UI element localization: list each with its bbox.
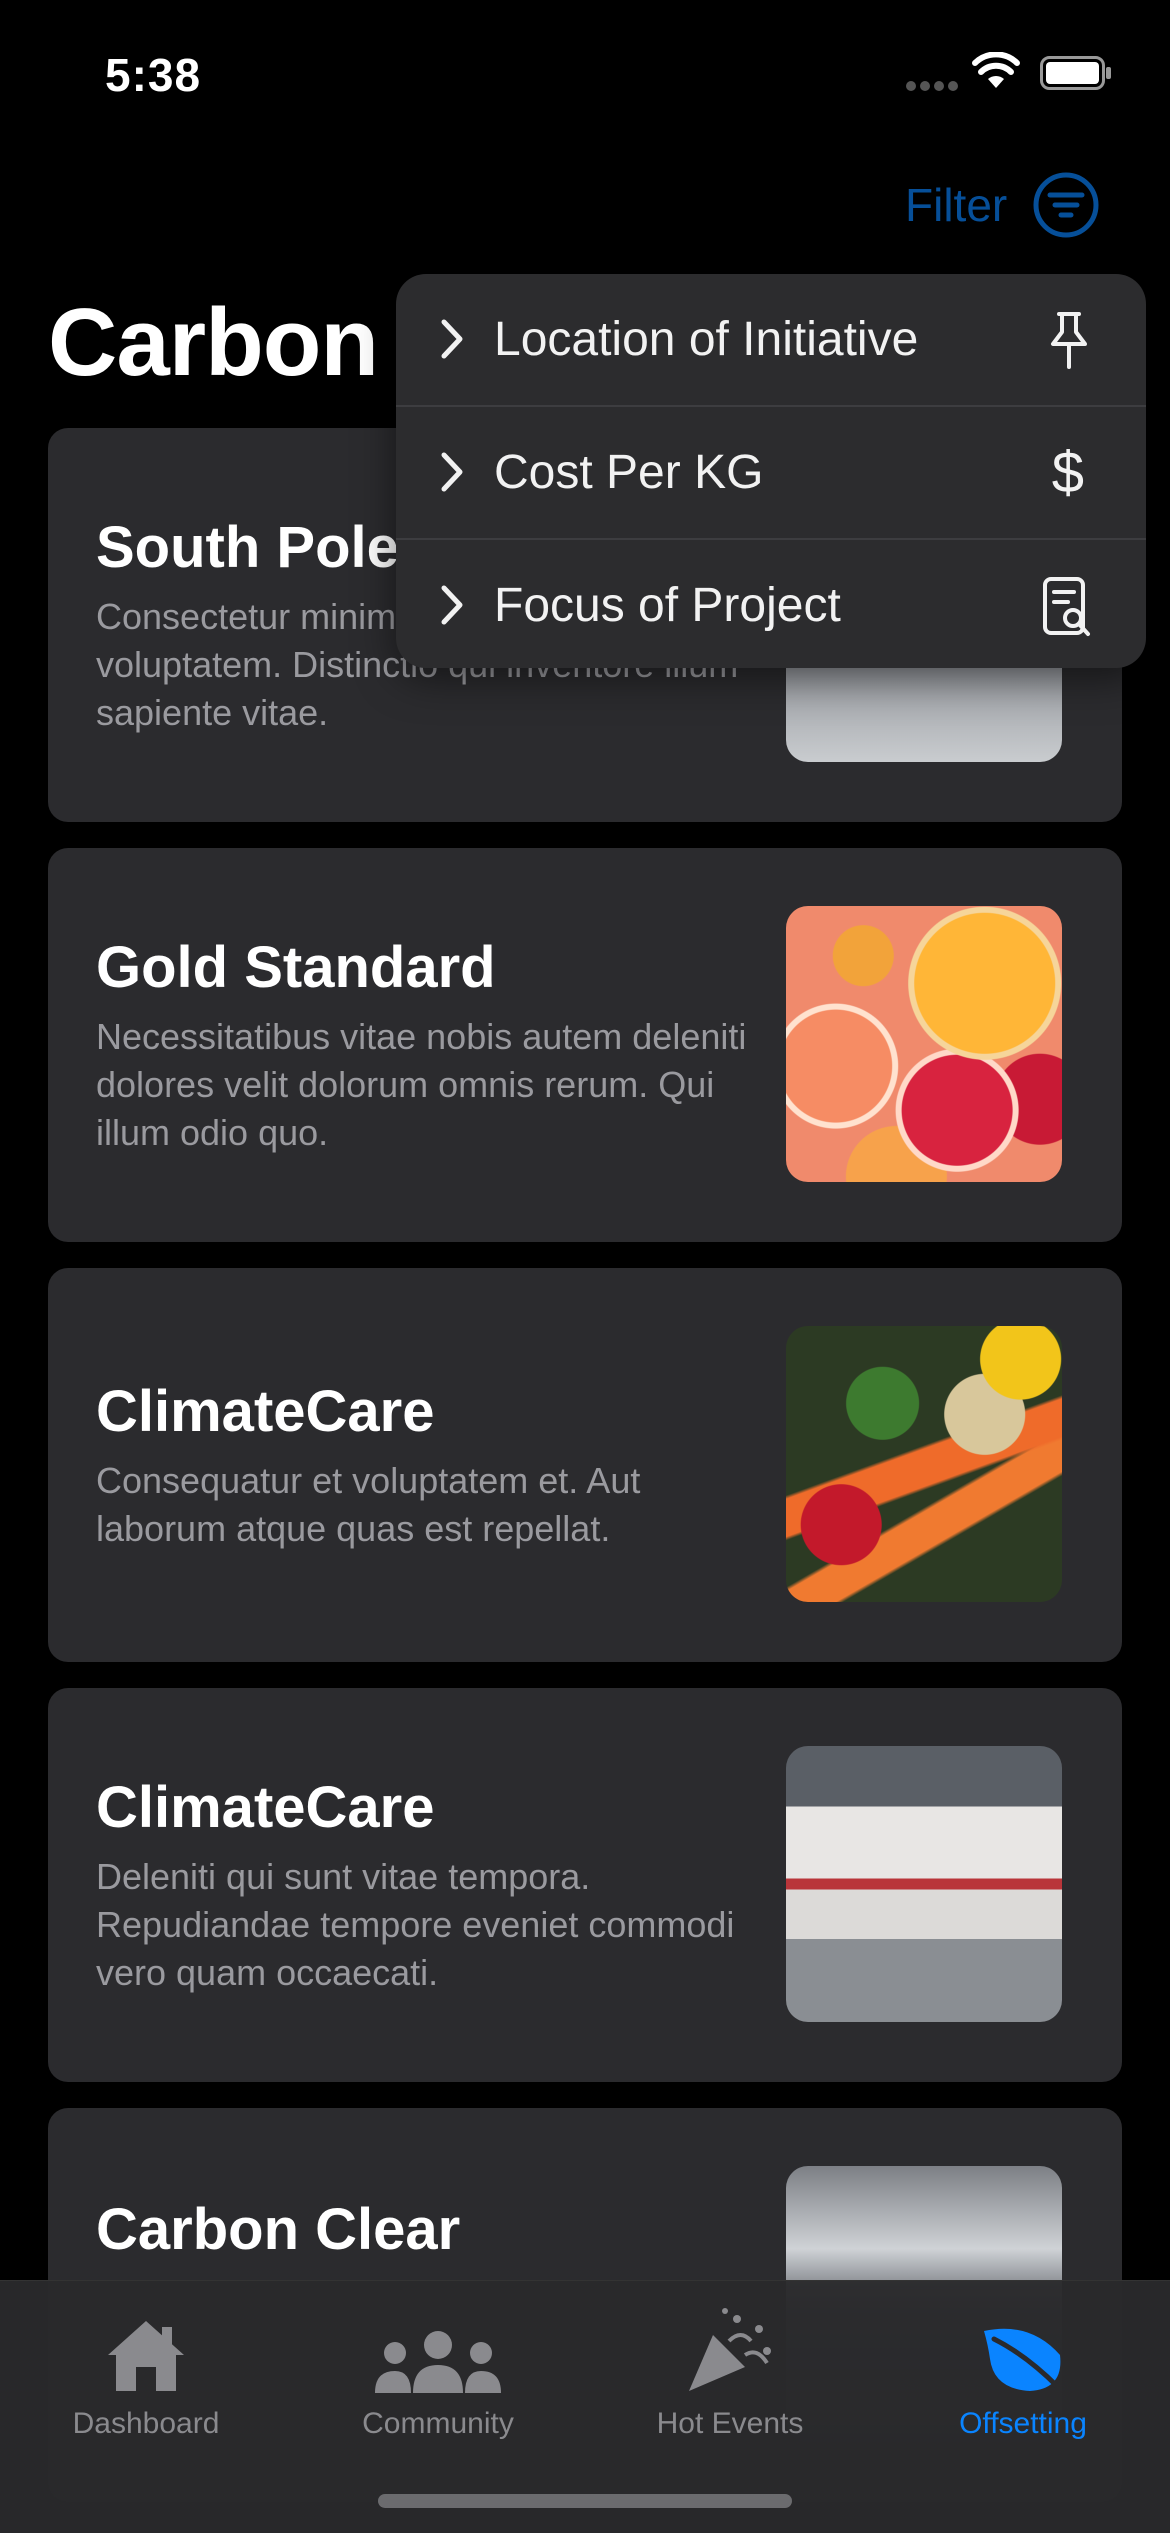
cellular-signal-icon	[906, 81, 958, 91]
leaf-icon	[984, 2328, 1061, 2391]
tab-offsetting[interactable]: Offsetting	[903, 2299, 1143, 2441]
card-title: ClimateCare	[96, 1774, 435, 1840]
party-popper-icon	[689, 2308, 771, 2391]
project-card[interactable]: ClimateCare Consequatur et voluptatem et…	[48, 1268, 1122, 1662]
tab-community[interactable]: Community	[318, 2299, 558, 2441]
menu-item-focus[interactable]: Focus of Project	[396, 540, 1146, 668]
menu-item-cost[interactable]: Cost Per KG $	[396, 407, 1146, 540]
card-image	[786, 1326, 1062, 1602]
dollar-icon: $	[1051, 440, 1084, 505]
house-icon	[108, 2321, 184, 2391]
tab-hot-events[interactable]: Hot Events	[610, 2299, 850, 2441]
menu-item-label: Cost Per KG	[494, 446, 764, 499]
chevron-right-icon	[441, 452, 463, 492]
status-bar: 5:38	[0, 0, 1170, 150]
project-card[interactable]: ClimateCare Deleniti qui sunt vitae temp…	[48, 1688, 1122, 2082]
pin-icon	[1051, 312, 1087, 369]
page-title: Carbon	[48, 289, 379, 396]
chevron-right-icon	[441, 585, 463, 625]
battery-icon	[1040, 56, 1111, 90]
chevron-right-icon	[441, 319, 463, 359]
filter-menu: Location of Initiative Cost Per KG $ Foc…	[396, 274, 1146, 668]
card-description: Consequatur et voluptatem et. Aut laboru…	[96, 1459, 641, 1549]
card-description: Deleniti qui sunt vitae tempora. Repudia…	[96, 1855, 735, 1993]
filter-label: Filter	[905, 179, 1008, 231]
tab-label: Dashboard	[72, 2407, 220, 2440]
document-search-icon	[1043, 577, 1090, 636]
home-indicator[interactable]	[378, 2494, 792, 2508]
card-title: Gold Standard	[96, 934, 496, 1000]
card-title: Carbon Clear	[96, 2197, 461, 2262]
tab-label: Community	[362, 2407, 514, 2440]
menu-item-label: Focus of Project	[494, 579, 841, 632]
tab-label: Hot Events	[656, 2407, 804, 2440]
card-image	[786, 1746, 1062, 2022]
filter-button[interactable]: Filter	[905, 172, 1099, 238]
card-description: Necessitatibus vitae nobis autem delenit…	[96, 1015, 747, 1153]
filter-icon	[1033, 172, 1099, 238]
tab-label: Offsetting	[959, 2407, 1087, 2440]
people-icon	[375, 2331, 501, 2393]
menu-item-location[interactable]: Location of Initiative	[396, 274, 1146, 407]
menu-item-label: Location of Initiative	[494, 313, 919, 366]
project-card[interactable]: Gold Standard Necessitatibus vitae nobis…	[48, 848, 1122, 1242]
tab-dashboard[interactable]: Dashboard	[26, 2299, 266, 2441]
card-title: ClimateCare	[96, 1378, 435, 1444]
status-time: 5:38	[105, 49, 202, 101]
project-list: South Pole Consectetur minima ducimus vo…	[48, 428, 1122, 2528]
card-image	[786, 906, 1062, 1182]
wifi-icon	[972, 52, 1020, 88]
